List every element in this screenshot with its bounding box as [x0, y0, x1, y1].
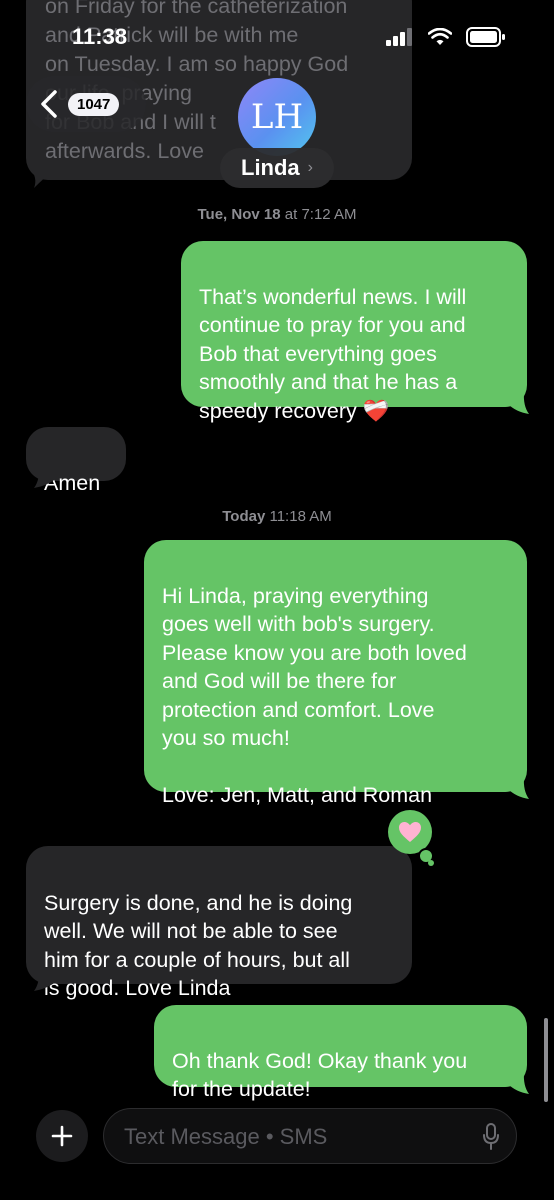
message-timestamp: Tue, Nov 18 at 7:12 AM [0, 206, 554, 223]
tapback-dot [428, 860, 434, 866]
outgoing-message[interactable]: Hi Linda, praying everything goes well w… [144, 540, 527, 807]
chevron-left-icon [41, 90, 57, 118]
contact-name-button[interactable]: Linda › [220, 148, 334, 188]
bubble-tail [34, 969, 57, 991]
status-time: 11:38 [72, 24, 128, 49]
cellular-signal-icon [386, 28, 412, 46]
outgoing-message[interactable]: That’s wonderful news. I will continue t… [181, 241, 527, 423]
contact-avatar[interactable]: LH [238, 78, 316, 156]
battery-icon [466, 27, 505, 47]
bubble-tail [508, 392, 529, 414]
bubble-tail [30, 168, 56, 188]
status-bar: 11:38 [0, 0, 554, 56]
pink-heart-icon [399, 822, 421, 842]
scrollbar[interactable] [544, 1018, 548, 1102]
message-text: Surgery is done, and he is doing well. W… [44, 890, 353, 1001]
bubble-tail [508, 777, 529, 799]
outgoing-message[interactable]: Oh thank God! Okay thank you for the upd… [154, 1005, 527, 1101]
unread-count-badge: 1047 [68, 92, 120, 116]
bubble-tail [34, 466, 57, 488]
wifi-icon [428, 28, 452, 45]
timestamp-time: at 7:12 AM [284, 206, 357, 223]
plus-icon [51, 1125, 73, 1147]
timestamp-day: Tue, Nov 18 [197, 206, 281, 223]
incoming-message[interactable]: Surgery is done, and he is doing well. W… [26, 846, 412, 1000]
message-input-placeholder: Text Message • SMS [124, 1124, 328, 1149]
message-text: Oh thank God! Okay thank you for the upd… [172, 1048, 468, 1102]
back-button[interactable]: 1047 [26, 76, 146, 132]
message-input[interactable]: Text Message • SMS [103, 1108, 517, 1164]
avatar-initials: LH [250, 97, 304, 137]
add-attachment-button[interactable] [36, 1110, 88, 1162]
timestamp-time: 11:18 AM [269, 508, 332, 525]
chevron-right-icon: › [307, 159, 313, 176]
bubble-tail [508, 1072, 529, 1094]
message-timestamp: Today 11:18 AM [0, 508, 554, 525]
contact-name: Linda [241, 155, 300, 180]
message-text: Hi Linda, praying everything goes well w… [162, 583, 467, 808]
timestamp-day: Today [222, 508, 266, 525]
microphone-icon[interactable] [482, 1123, 500, 1151]
message-text: That’s wonderful news. I will continue t… [199, 284, 467, 423]
